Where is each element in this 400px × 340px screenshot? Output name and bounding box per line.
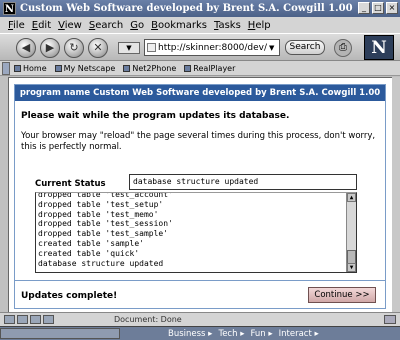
minimize-button[interactable]: _ [358, 2, 370, 14]
print-icon[interactable]: ⎙ [334, 39, 352, 57]
chevron-down-icon[interactable]: ▼ [269, 44, 279, 52]
bookmark-label: My Netscape [63, 63, 116, 73]
status-bar: Document: Done [0, 312, 400, 326]
taskbar-interact[interactable]: Interact ▸ [279, 329, 319, 339]
taskbar: Business ▸ Tech ▸ Fun ▸ Interact ▸ [0, 326, 400, 340]
reload-notice: Your browser may "reload" the page sever… [21, 131, 376, 152]
update-panel: program name Custom Web Software develop… [14, 84, 386, 309]
page-icon [147, 43, 156, 52]
bookmark-icon [184, 64, 192, 72]
menu-file[interactable]: File [8, 20, 25, 31]
menu-view[interactable]: View [58, 20, 82, 31]
bookmark-icon [14, 64, 21, 72]
menu-bar: File Edit View Search Go Bookmarks Tasks… [0, 17, 400, 33]
netscape-logo[interactable]: N [364, 35, 394, 60]
menu-edit[interactable]: Edit [32, 20, 51, 31]
composer-icon[interactable] [30, 315, 41, 324]
scroll-up-icon[interactable]: ▲ [347, 193, 356, 202]
reload-icon[interactable]: ↻ [64, 38, 84, 58]
navigation-toolbar: ◀ ▶ ↻ ✕ ▼ http://skinner:8000/dev/ ▼ Sea… [0, 33, 400, 61]
menu-tasks[interactable]: Tasks [214, 20, 241, 31]
title-bar: N Custom Web Software developed by Brent… [0, 0, 400, 17]
bookmark-icon [54, 64, 62, 72]
updates-complete-text: Updates complete! [21, 291, 118, 301]
bookmark-home[interactable]: Home [14, 64, 47, 73]
bookmark-label: Net2Phone [132, 63, 177, 73]
page-content: program name Custom Web Software develop… [8, 77, 392, 312]
address-book-icon[interactable] [43, 315, 54, 324]
taskbar-business[interactable]: Business ▸ [168, 329, 212, 339]
menu-search[interactable]: Search [89, 20, 123, 31]
search-button[interactable]: Search [285, 40, 325, 55]
personal-toolbar: Home My Netscape Net2Phone RealPlayer [0, 61, 400, 76]
scroll-down-icon[interactable]: ▼ [347, 263, 356, 272]
program-header: program name Custom Web Software develop… [15, 85, 385, 101]
window-title: Custom Web Software developed by Brent S… [20, 3, 356, 14]
toolbar-grip[interactable] [2, 61, 10, 75]
scroll-thumb[interactable] [347, 250, 356, 264]
bookmark-icon [123, 64, 131, 72]
window-controls: _ □ × [358, 2, 398, 14]
stop-icon[interactable]: ✕ [88, 38, 108, 58]
component-bar [4, 315, 104, 324]
close-button[interactable]: × [386, 2, 398, 14]
current-status-field[interactable]: database structure updated [129, 174, 357, 190]
log-scrollbar[interactable]: ▲ ▼ [346, 193, 356, 272]
bookmark-label: RealPlayer [193, 63, 236, 73]
page-heading: Please wait while the program updates it… [21, 111, 290, 121]
bookmark-net2phone[interactable]: Net2Phone [123, 64, 176, 73]
url-field[interactable]: http://skinner:8000/dev/ ▼ [144, 39, 280, 56]
back-arrow-icon[interactable]: ◀ [16, 38, 36, 58]
log-text: dropped table 'test_account' dropped tab… [38, 192, 173, 268]
menu-help[interactable]: Help [248, 20, 271, 31]
url-text[interactable]: http://skinner:8000/dev/ [158, 43, 269, 53]
status-text: Document: Done [114, 315, 182, 324]
taskbar-links: Business ▸ Tech ▸ Fun ▸ Interact ▸ [168, 327, 319, 340]
security-lock-icon[interactable] [384, 315, 396, 324]
url-dropdown-button[interactable]: ▼ [118, 42, 140, 54]
bookmark-realplayer[interactable]: RealPlayer [184, 64, 235, 73]
footer-row: Updates complete! Continue >> [15, 280, 385, 308]
bookmark-my-netscape[interactable]: My Netscape [54, 63, 116, 73]
menu-go[interactable]: Go [130, 20, 144, 31]
forward-arrow-icon[interactable]: ▶ [40, 38, 60, 58]
taskbar-handle[interactable] [0, 328, 120, 339]
status-log-textarea[interactable]: dropped table 'test_account' dropped tab… [35, 192, 357, 273]
mail-icon[interactable] [17, 315, 28, 324]
current-status-label: Current Status [35, 179, 106, 189]
taskbar-fun[interactable]: Fun ▸ [250, 329, 272, 339]
page-scrollbar[interactable] [392, 77, 400, 312]
netscape-app-icon[interactable]: N [3, 2, 16, 15]
taskbar-tech[interactable]: Tech ▸ [218, 329, 244, 339]
continue-button[interactable]: Continue >> [308, 287, 376, 303]
navigator-icon[interactable] [4, 315, 15, 324]
maximize-button[interactable]: □ [372, 2, 384, 14]
menu-bookmarks[interactable]: Bookmarks [151, 20, 207, 31]
bookmark-label: Home [23, 63, 47, 73]
